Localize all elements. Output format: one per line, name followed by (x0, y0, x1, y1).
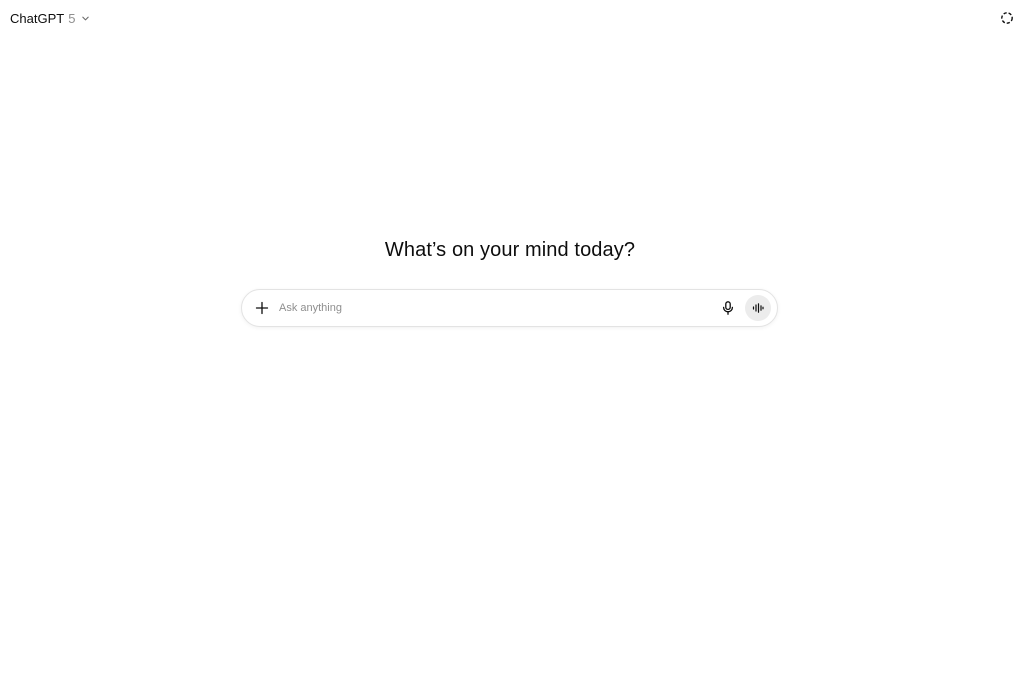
model-version: 5 (68, 11, 76, 26)
prompt-composer (241, 289, 778, 327)
page-headline: What’s on your mind today? (384, 239, 636, 261)
chatgpt-app: ChatGPT 5 What’s on your mind today? (0, 0, 1024, 690)
plus-icon (255, 301, 269, 315)
microphone-icon (722, 301, 734, 315)
model-name: ChatGPT (10, 11, 65, 26)
temporary-chat-button[interactable] (998, 9, 1016, 27)
voice-mode-button[interactable] (745, 295, 771, 321)
voice-waveform-icon (752, 303, 764, 313)
dictate-button[interactable] (717, 297, 739, 319)
add-attachment-button[interactable] (249, 295, 275, 321)
ask-anything-input[interactable] (279, 298, 717, 318)
dashed-circle-icon (1000, 11, 1014, 25)
chevron-down-icon (80, 14, 90, 24)
model-switcher-button[interactable]: ChatGPT 5 (4, 8, 96, 29)
